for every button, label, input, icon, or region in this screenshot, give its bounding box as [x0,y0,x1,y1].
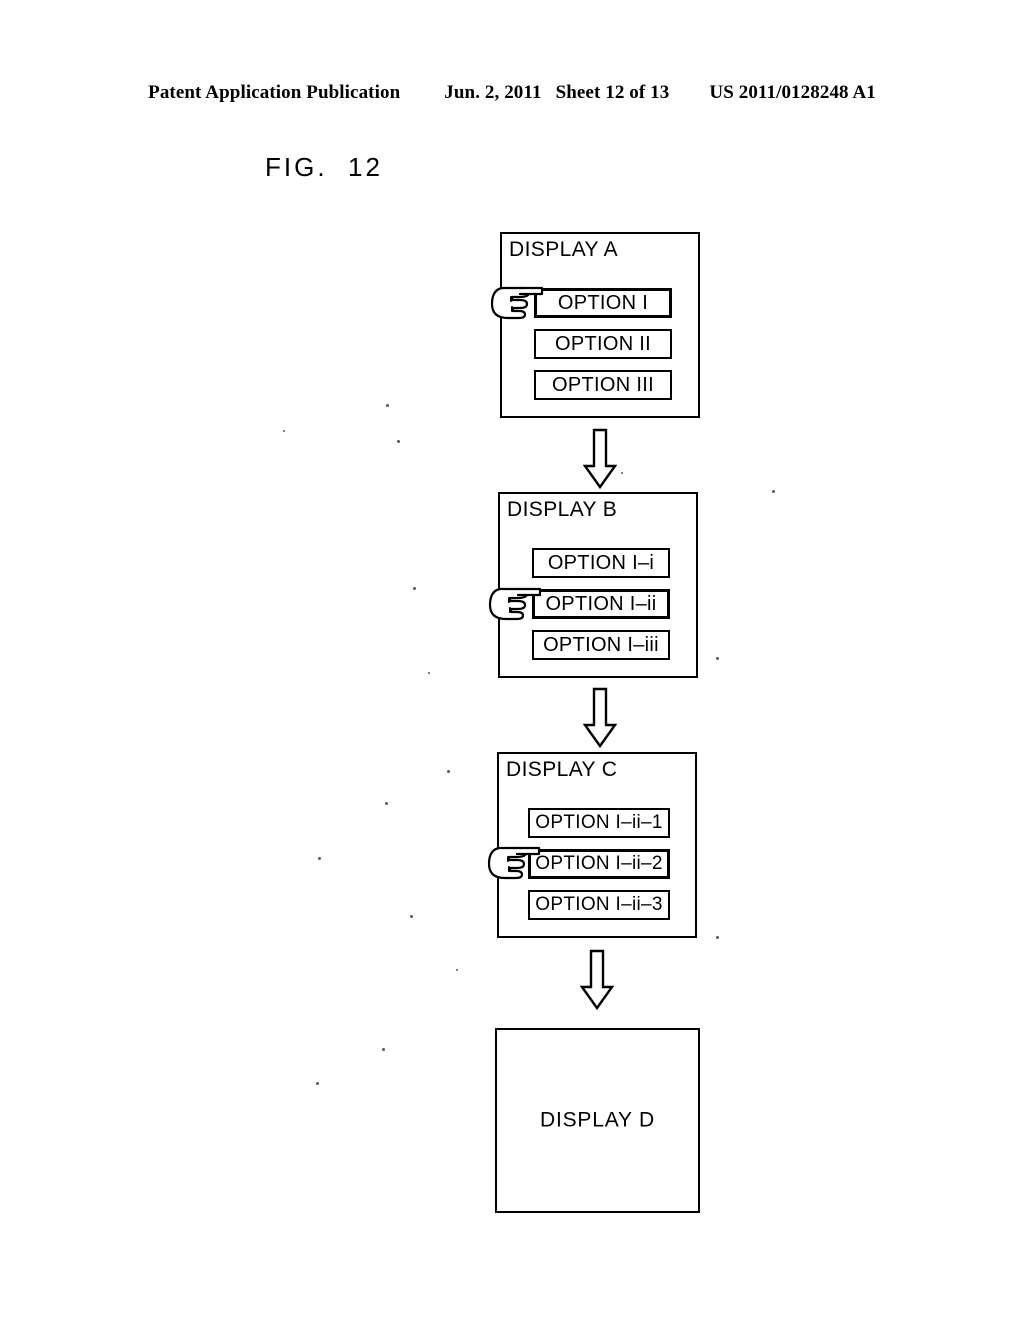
display-d-title: DISPLAY D [540,1108,655,1132]
scan-speck [716,936,719,939]
pointing-hand-icon [483,841,545,887]
scan-speck [428,672,430,674]
patent-number: US 2011/0128248 A1 [709,82,876,103]
down-block-arrow-icon [580,949,614,1011]
scan-speck [410,915,413,918]
display-a-option-1[interactable]: OPTION I [534,288,672,318]
scan-speck [318,857,321,860]
down-block-arrow-icon [583,687,617,749]
display-a-option-2[interactable]: OPTION II [534,329,672,359]
display-b-option-3[interactable]: OPTION I–iii [532,630,670,660]
patent-running-head: Patent Application Publication Jun. 2, 2… [0,82,1024,110]
scan-speck [382,1048,385,1051]
down-block-arrow-icon [583,428,617,490]
publication-label: Patent Application Publication [148,82,401,103]
scan-speck [456,969,458,971]
scan-speck [716,657,719,660]
display-c-title: DISPLAY C [506,758,618,781]
display-a-title: DISPLAY A [509,238,619,261]
display-b-title: DISPLAY B [507,498,618,521]
scan-speck [316,1082,319,1085]
scan-speck [385,802,388,805]
scan-speck [447,770,450,773]
pointing-hand-icon [484,582,546,628]
display-a-option-3[interactable]: OPTION III [534,370,672,400]
display-b-option-1[interactable]: OPTION I–i [532,548,670,578]
display-c-option-3[interactable]: OPTION I–ii–3 [528,890,670,920]
scan-speck [621,472,623,474]
scan-speck [283,430,285,432]
display-b-option-2[interactable]: OPTION I–ii [532,589,670,619]
display-c-option-2[interactable]: OPTION I–ii–2 [528,849,670,879]
sheet-number: Sheet 12 of 13 [555,82,670,103]
figure-label: FIG. 12 [265,152,383,182]
display-d-box: DISPLAY D [495,1028,700,1213]
scan-speck [386,404,389,407]
pointing-hand-icon [486,281,548,327]
scan-speck [397,440,400,443]
publication-date: Jun. 2, 2011 [444,82,542,103]
scan-speck [772,490,775,493]
display-c-option-1[interactable]: OPTION I–ii–1 [528,808,670,838]
scan-speck [413,587,416,590]
